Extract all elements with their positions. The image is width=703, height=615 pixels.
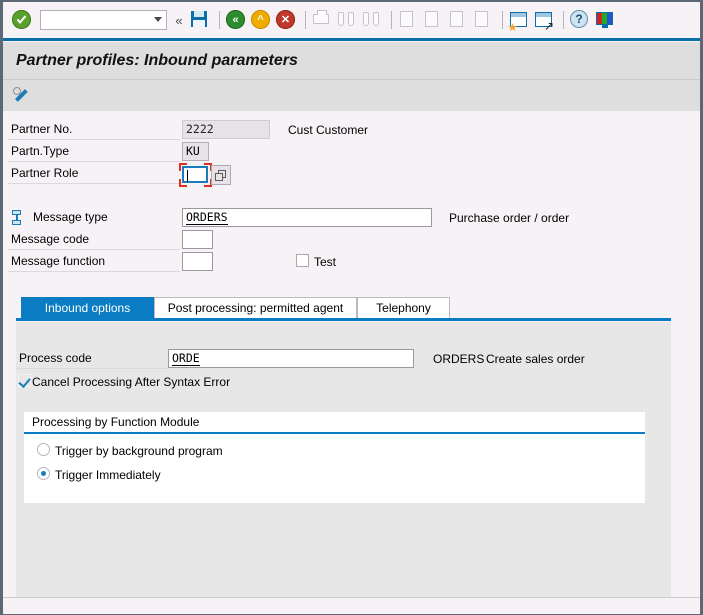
exit-icon[interactable]: ^ — [250, 9, 272, 31]
cancel-icon[interactable]: ✕ — [275, 9, 297, 31]
partner-role-search-help-icon[interactable] — [211, 165, 231, 185]
create-shortcut-icon[interactable]: ↗ — [533, 9, 555, 32]
customize-local-layout-icon[interactable] — [594, 9, 616, 31]
process-code-value: ORDE — [172, 351, 200, 366]
partner-role-field[interactable] — [179, 163, 212, 187]
display-change-pencil-icon[interactable] — [12, 86, 32, 106]
chevron-down-icon[interactable] — [154, 17, 162, 22]
inbound-options-panel: Process code ORDE ORDERS Create sales or… — [16, 322, 671, 599]
toolbar-accent-rule — [3, 38, 700, 41]
tab-inbound-options[interactable]: Inbound options — [21, 297, 154, 319]
print-icon — [311, 9, 333, 31]
cancel-processing-label: Cancel Processing After Syntax Error — [32, 375, 231, 389]
command-field-collapse-icon[interactable]: « — [171, 13, 187, 28]
processing-group-box: Processing by Function Module Trigger by… — [24, 412, 645, 503]
tab-telephony-label: Telephony — [376, 301, 431, 315]
process-code-message-type: ORDERS — [433, 352, 485, 366]
previous-page-icon — [422, 9, 444, 31]
focus-corner-icon — [179, 163, 187, 171]
message-type-value: ORDERS — [186, 210, 228, 225]
enter-check-icon[interactable] — [11, 9, 33, 31]
message-type-description: Purchase order / order — [449, 211, 570, 225]
toolbar-divider — [219, 11, 220, 29]
partner-no-description: Cust Customer — [288, 123, 369, 137]
save-icon[interactable] — [189, 9, 211, 31]
help-icon[interactable]: ? — [569, 9, 591, 31]
toolbar-divider — [305, 11, 306, 29]
partner-type-value: KU — [186, 144, 200, 158]
message-type-field[interactable]: ORDERS — [182, 208, 432, 227]
first-page-icon — [397, 9, 419, 31]
partner-no-label: Partner No. — [11, 122, 73, 136]
message-code-row: Message code — [8, 230, 180, 250]
partner-no-value: 2222 — [186, 122, 214, 136]
radio-trigger-immediately[interactable] — [37, 467, 50, 480]
command-field[interactable] — [40, 10, 167, 30]
last-page-icon — [472, 9, 494, 31]
tab-strip-accent-rule — [16, 318, 671, 321]
message-type-row: Message type — [8, 208, 180, 228]
message-function-field[interactable] — [182, 252, 213, 271]
find-icon — [336, 9, 358, 31]
partner-role-label: Partner Role — [11, 166, 79, 180]
partner-type-field[interactable]: KU — [182, 142, 209, 161]
process-code-description: Create sales order — [486, 352, 585, 366]
toolbar-divider — [563, 11, 564, 29]
cancel-processing-checkbox[interactable] — [18, 374, 31, 387]
message-function-row: Message function — [8, 252, 180, 272]
radio-trigger-background-label: Trigger by background program — [55, 444, 223, 458]
application-toolbar — [3, 79, 700, 111]
process-code-label: Process code — [19, 351, 92, 365]
message-function-label: Message function — [11, 254, 106, 268]
next-page-icon — [447, 9, 469, 31]
toolbar-divider — [502, 11, 503, 29]
process-code-field[interactable]: ORDE — [168, 349, 414, 368]
main-canvas: Partner No. 2222 Cust Customer Partn.Typ… — [3, 111, 700, 614]
radio-trigger-immediately-label: Trigger Immediately — [55, 468, 161, 482]
process-code-row: Process code — [16, 349, 168, 369]
tab-strip: Inbound options Post processing: permitt… — [16, 297, 671, 319]
test-checkbox-label: Test — [314, 255, 337, 269]
partner-role-row: Partner Role — [8, 164, 180, 184]
status-bar — [3, 597, 700, 614]
text-caret — [187, 170, 188, 182]
system-toolbar: « « ^ ✕ ↗ ? — [3, 2, 700, 38]
processing-group-rule — [24, 432, 645, 434]
page-title: Partner profiles: Inbound parameters — [16, 51, 298, 69]
message-code-field[interactable] — [182, 230, 213, 249]
back-icon[interactable]: « — [225, 9, 247, 31]
partner-no-field[interactable]: 2222 — [182, 120, 270, 139]
tab-post-processing[interactable]: Post processing: permitted agent — [154, 297, 357, 319]
title-band: Partner profiles: Inbound parameters — [3, 42, 700, 79]
toolbar-divider — [391, 11, 392, 29]
message-type-label: Message type — [33, 210, 108, 224]
partner-type-label: Partn.Type — [11, 144, 70, 158]
partner-type-row: Partn.Type — [8, 142, 180, 162]
partner-no-row: Partner No. — [8, 120, 180, 140]
message-code-label: Message code — [11, 232, 90, 246]
create-session-icon[interactable] — [508, 9, 530, 32]
test-checkbox[interactable] — [296, 254, 309, 267]
radio-trigger-background[interactable] — [37, 443, 50, 456]
tab-telephony[interactable]: Telephony — [357, 297, 450, 319]
processing-group-title: Processing by Function Module — [32, 415, 200, 429]
focus-corner-icon — [179, 179, 187, 187]
tab-post-processing-label: Post processing: permitted agent — [167, 301, 344, 315]
sap-window: « « ^ ✕ ↗ ? Partner profiles: Inbound pa… — [0, 0, 703, 615]
find-next-icon — [361, 9, 383, 31]
tab-inbound-options-label: Inbound options — [44, 301, 131, 315]
